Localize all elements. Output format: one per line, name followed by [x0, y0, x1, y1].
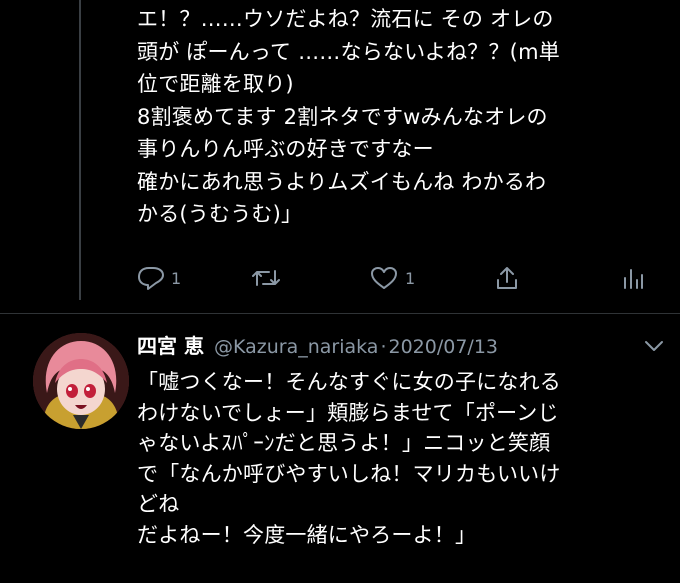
tweet-text-line: エ！？……ウソだよね？流石に その オレの: [137, 7, 554, 31]
analytics-button[interactable]: [621, 262, 645, 294]
tweet-text-line: わけないでしょー」頬膨らませて「ポーンじ: [137, 400, 559, 425]
tweet-text-line: 「嘘つくなー！そんなすぐに女の子になれる: [137, 370, 561, 394]
like-button[interactable]: 1: [369, 262, 415, 294]
thread-line: [79, 0, 81, 300]
like-icon: [369, 265, 399, 291]
tweet-text-line: 事りんりん呼ぶの好きですなー: [137, 137, 434, 161]
retweet-button[interactable]: [250, 262, 288, 294]
user-handle[interactable]: @Kazura_nariaka: [214, 333, 378, 361]
reply-count: 1: [171, 268, 182, 288]
tweet-text-line: ゃないよｽﾊﾟｰﾝだと思うよ！」ニコッと笑顔: [137, 431, 551, 455]
tweet-text: エ！？……ウソだよね？流石に その オレの 頭が ぽーんって ……ならないよね？…: [137, 3, 677, 231]
tweet-text-line: で「なんか呼びやすいしね！マリカもいいけ: [137, 461, 561, 486]
tweet-text-line: 確かにあれ思うよりムズイもんね わかるわ: [137, 169, 547, 194]
chevron-down-icon[interactable]: [643, 338, 665, 357]
avatar[interactable]: [33, 333, 129, 429]
tweet-text-line: 頭が ぽーんって ……ならないよね？？(m単: [137, 39, 560, 64]
retweet-icon: [250, 265, 282, 291]
analytics-icon: [621, 264, 645, 292]
tweet-text: 「嘘つくなー！そんなすぐに女の子になれる わけないでしょー」頬膨らませて「ポーン…: [137, 367, 677, 550]
tweet-text-line: 位で距離を取り): [137, 72, 294, 96]
tweet-text-line: だよねー！今度一緒にやろーよ！」: [137, 522, 477, 547]
tweet-header: 四宮 恵 @Kazura_nariaka · 2020/07/13: [137, 332, 677, 361]
tweet-actions: 1 1: [137, 262, 657, 296]
tweet-text-line: かる(うむうむ)」: [137, 202, 303, 226]
tweet-text-line: どね: [137, 492, 180, 516]
tweet[interactable]: 四宮 恵 @Kazura_nariaka · 2020/07/13 「嘘つくなー…: [137, 332, 677, 550]
tweet-text-line: 8割褒めてます 2割ネタですwみんなオレの: [137, 104, 548, 129]
share-button[interactable]: [493, 262, 521, 294]
tweet-divider: [0, 313, 680, 314]
separator: ·: [380, 336, 387, 358]
share-icon: [493, 264, 521, 292]
display-name[interactable]: 四宮 恵: [137, 332, 204, 360]
reply-button[interactable]: 1: [137, 262, 181, 294]
like-count: 1: [405, 268, 416, 288]
reply-icon: [137, 265, 165, 291]
tweet-date[interactable]: 2020/07/13: [388, 333, 498, 361]
